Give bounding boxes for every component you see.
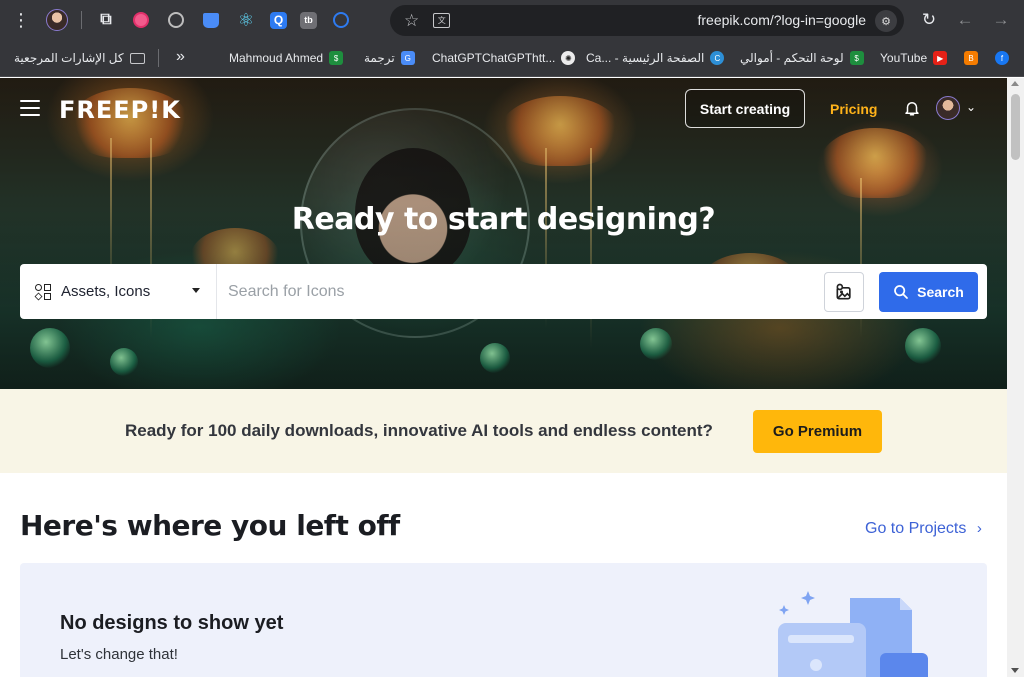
- assets-shapes-icon: [34, 283, 51, 300]
- bookmark-label: Mahmoud Ahmed: [229, 51, 324, 65]
- bookmarks-bar: كل الإشارات المرجعية » Mahmoud Ahmed $ ت…: [0, 40, 1024, 77]
- more-bookmarks-chevron-icon[interactable]: »: [176, 48, 185, 66]
- bookmark-all-bookmarks[interactable]: كل الإشارات المرجعية: [14, 49, 145, 67]
- recorder-extension-icon[interactable]: [130, 9, 152, 31]
- section-title: Here's where you left off: [20, 509, 400, 542]
- bookmark-label: لوحة التحكم - أموالي: [740, 51, 844, 65]
- search-input[interactable]: [217, 264, 824, 319]
- asset-type-select[interactable]: Assets, Icons: [20, 264, 217, 319]
- image-search-icon: [836, 283, 851, 299]
- search-button-label: Search: [917, 283, 964, 300]
- page-translate-icon[interactable]: 文: [433, 13, 451, 28]
- premium-promo-banner: Ready for 100 daily downloads, innovativ…: [0, 389, 1007, 473]
- sheet-icon: $: [329, 51, 344, 65]
- extensions-puzzle-icon[interactable]: ⧉: [95, 9, 117, 31]
- projects-link-label: Go to Projects: [865, 520, 967, 537]
- start-creating-button[interactable]: Start creating: [685, 89, 805, 128]
- promo-text: Ready for 100 daily downloads, innovativ…: [125, 421, 713, 440]
- search-icon: [894, 284, 909, 299]
- back-arrow-icon[interactable]: ←: [954, 9, 976, 31]
- reload-icon[interactable]: ↻: [918, 9, 940, 31]
- bookmark-label: ChatGPTChatGPThtt...: [432, 51, 556, 65]
- caret-down-icon: [192, 288, 200, 293]
- blue-extension-icon[interactable]: [330, 9, 352, 31]
- sheet-icon: $: [849, 51, 864, 65]
- site-settings-icon[interactable]: ⚙: [875, 10, 897, 32]
- url-text[interactable]: freepik.com/?log-in=google: [698, 12, 867, 28]
- react-devtools-icon[interactable]: ⚛: [235, 9, 257, 31]
- chevron-right-icon: ›: [976, 520, 982, 537]
- empty-state-title: No designs to show yet: [60, 612, 284, 634]
- bookmark-amwali[interactable]: لوحة التحكم - أموالي $: [740, 49, 864, 67]
- empty-designs-illustration-icon: [778, 591, 928, 677]
- scroll-up-arrow-icon[interactable]: [1011, 81, 1019, 86]
- bookmark-translate[interactable]: ترجمة G: [364, 49, 415, 67]
- hero-banner: FREEP!K Start creating Pricing ⌄ Ready t…: [0, 78, 1007, 389]
- translate-icon: G: [400, 51, 415, 65]
- scrollbar-thumb[interactable]: [1011, 94, 1020, 160]
- extensions-strip: ⧉ ⚛ Q tb: [46, 9, 352, 31]
- bookmark-chatgpt[interactable]: ChatGPTChatGPThtt... ✺: [432, 49, 576, 67]
- profile-avatar-icon[interactable]: [46, 9, 68, 31]
- chatgpt-icon: ✺: [561, 51, 576, 65]
- search-button[interactable]: Search: [879, 271, 978, 312]
- canva-icon: C: [710, 51, 725, 65]
- bookmark-mahmoud-ahmed[interactable]: Mahmoud Ahmed $: [229, 49, 344, 67]
- browser-toolbar: ⋮ ⧉ ⚛ Q tb ☆ 文 freepik.com/?log-in=googl…: [0, 0, 1024, 40]
- globe-extension-icon[interactable]: [165, 9, 187, 31]
- go-premium-button[interactable]: Go Premium: [753, 410, 882, 453]
- bookmarks-divider: [158, 49, 159, 67]
- tb-extension-icon[interactable]: tb: [300, 11, 317, 29]
- facebook-icon[interactable]: f: [995, 51, 1009, 65]
- bookmark-label: Ca... - الصفحة الرئيسية: [586, 51, 705, 65]
- q-extension-icon[interactable]: Q: [270, 11, 287, 29]
- hero-title: Ready to start designing?: [291, 202, 716, 237]
- bookmark-star-icon[interactable]: ☆: [404, 11, 419, 31]
- user-avatar[interactable]: [936, 96, 960, 120]
- address-bar[interactable]: ☆ 文 freepik.com/?log-in=google ⚙: [390, 5, 904, 36]
- folder-icon: [129, 52, 145, 64]
- site-header: FREEP!K Start creating Pricing ⌄: [0, 78, 1007, 140]
- browser-menu-icon[interactable]: ⋮: [10, 9, 32, 31]
- notifications-bell-icon[interactable]: [903, 99, 921, 117]
- hamburger-menu-icon[interactable]: [20, 100, 40, 116]
- image-search-button[interactable]: [824, 271, 864, 312]
- blogger-icon[interactable]: B: [964, 51, 978, 65]
- bookmark-label: YouTube: [880, 51, 928, 65]
- chevron-down-icon[interactable]: ⌄: [966, 100, 976, 114]
- freepik-page: FREEP!K Start creating Pricing ⌄ Ready t…: [0, 78, 1007, 677]
- bookmark-label: كل الإشارات المرجعية: [14, 51, 124, 65]
- bookmark-youtube[interactable]: YouTube ▶: [880, 49, 948, 67]
- freepik-logo[interactable]: FREEP!K: [59, 96, 181, 124]
- pricing-link[interactable]: Pricing: [830, 101, 877, 117]
- empty-projects-card: No designs to show yet Let's change that…: [20, 563, 987, 677]
- bucket-extension-icon[interactable]: [200, 9, 222, 31]
- bookmark-canva[interactable]: Ca... - الصفحة الرئيسية C: [586, 49, 725, 67]
- search-bar: Assets, Icons Search: [20, 264, 987, 319]
- youtube-icon: ▶: [933, 51, 948, 65]
- bookmark-label: ترجمة: [364, 51, 395, 65]
- asset-type-label: Assets, Icons: [61, 283, 151, 300]
- scroll-down-arrow-icon[interactable]: [1011, 668, 1019, 673]
- empty-state-subtitle: Let's change that!: [60, 646, 178, 663]
- go-to-projects-link[interactable]: Go to Projects ›: [865, 520, 982, 538]
- forward-arrow-icon[interactable]: →: [990, 9, 1012, 31]
- page-scrollbar[interactable]: [1007, 78, 1024, 677]
- toolbar-divider: [81, 11, 82, 29]
